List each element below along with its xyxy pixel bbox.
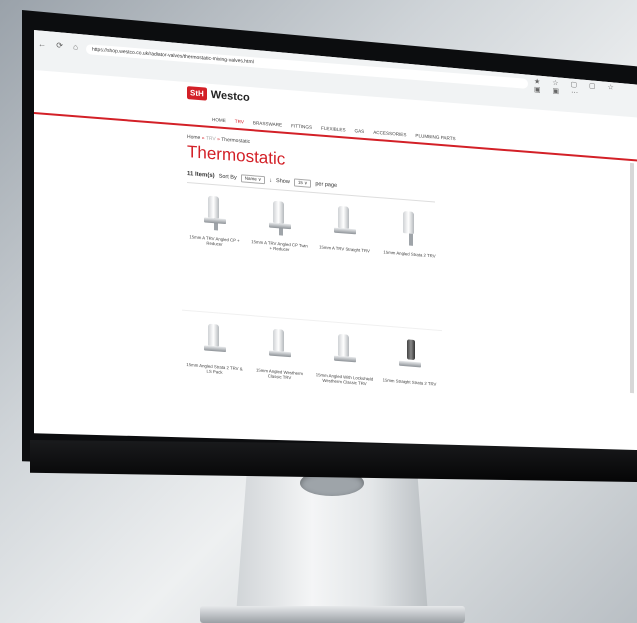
product-card[interactable]: 15mm Angled Strata 2 TRV & LS Pack [182,320,247,378]
menu-item-plumbing-parts[interactable]: PLUMBING PARTS [415,133,455,141]
product-card[interactable]: 15mm A TRV Straight TRV [312,202,377,260]
web-page: StH Westco HOME TRV BRASSWARE FITTINGS F… [34,70,637,450]
show-select[interactable]: 15 ∨ [293,178,312,188]
product-name[interactable]: 15mm A TRV Angled CP Twin + Reducer [250,239,310,254]
product-card[interactable]: 15mm Angled With Lockshield Westherm Cla… [312,330,377,388]
menu-item-trv[interactable]: TRV [235,119,244,125]
page-title: Thermostatic [187,142,286,169]
menu-item-brassware[interactable]: BRASSWARE [253,120,282,127]
product-card[interactable]: 15mm Angled Westherm Classic TRV [247,325,312,383]
product-image[interactable] [330,331,360,371]
product-image[interactable] [200,193,230,233]
logo-text: Westco [210,88,250,104]
product-card[interactable]: 15mm A TRV Angled CP Twin + Reducer [247,197,312,255]
product-image[interactable] [395,208,425,248]
product-grid-row: 15mm Angled Strata 2 TRV & LS Pack 15mm … [182,320,442,393]
product-name[interactable]: 15mm Angled Westherm Classic TRV [250,367,310,382]
breadcrumb-current: Thermostatic [221,136,251,146]
menu-underline [34,112,637,161]
logo-mark: StH [187,86,207,101]
per-page-label: per page [315,181,338,189]
menu-item-home[interactable]: HOME [212,117,226,123]
stand-base [200,606,465,623]
show-label: Show [276,178,290,186]
product-name[interactable]: 15mm A TRV Straight TRV [315,244,375,254]
product-card[interactable]: 15mm Straight Strata 2 TRV [377,335,442,393]
sort-direction-button[interactable]: ↓ [269,178,272,184]
menu-item-flexibles[interactable]: FLEXIBLES [321,126,346,133]
product-image[interactable] [330,203,360,243]
sort-label: Sort By [218,173,237,181]
product-name[interactable]: 15mm Angled Strata 2 TRV & LS Pack [185,362,245,377]
menu-item-fittings[interactable]: FITTINGS [291,123,312,130]
breadcrumb-trv[interactable]: TRV [206,136,216,143]
product-image[interactable] [395,336,425,376]
product-name[interactable]: 15mm Angled With Lockshield Westherm Cla… [315,372,375,387]
breadcrumb-separator: » [201,135,205,142]
page-scrollbar[interactable] [630,162,634,394]
product-image[interactable] [200,321,230,361]
site-logo[interactable]: StH Westco [187,86,250,104]
menu-item-gas[interactable]: GAS [355,128,365,134]
sort-select[interactable]: Name ∨ [240,174,266,185]
product-card[interactable]: 15mm Angled Strata 2 TRV [377,207,442,265]
product-name[interactable]: 15mm Angled Strata 2 TRV [380,249,440,259]
item-count: 11 Item(s) [187,171,215,180]
product-image[interactable] [265,326,295,366]
breadcrumb-separator: » [217,136,220,143]
menu-item-accessories[interactable]: ACCESSORIES [373,130,406,138]
product-image[interactable] [265,198,295,238]
product-card[interactable]: 15mm A TRV Angled CP + Reducer [182,192,247,250]
product-name[interactable]: 15mm Straight Strata 2 TRV [380,377,440,387]
browser-nav-icons[interactable]: ← ⟳ ⌂ [38,39,82,51]
screen: ← ⟳ ⌂ https://shop.westco.co.uk/radiator… [34,30,637,450]
product-name[interactable]: 15mm A TRV Angled CP + Reducer [185,234,245,249]
product-grid-row: 15mm A TRV Angled CP + Reducer 15mm A TR… [182,192,442,265]
breadcrumb-home[interactable]: Home [187,134,200,141]
